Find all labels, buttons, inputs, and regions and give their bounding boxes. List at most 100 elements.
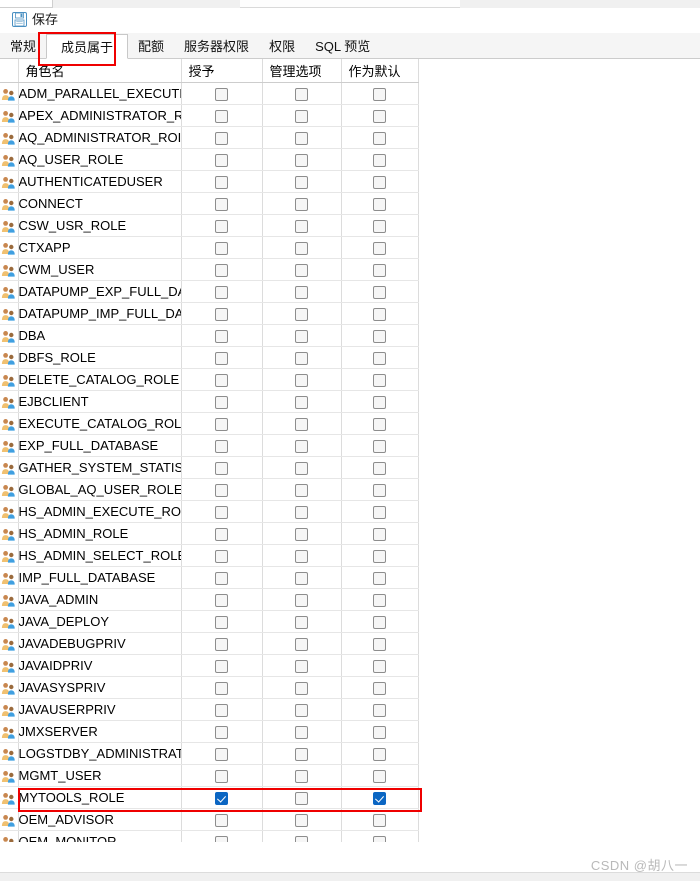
cell-admin-option-checkbox[interactable] <box>262 698 342 721</box>
cell-as-default-checkbox[interactable] <box>341 148 419 171</box>
table-row[interactable]: JAVA_ADMIN <box>0 588 419 611</box>
checkbox-unchecked-icon[interactable] <box>215 395 228 409</box>
cell-admin-option-checkbox[interactable] <box>262 148 342 171</box>
cell-grant-checkbox[interactable] <box>181 192 263 215</box>
cell-role-name[interactable]: CWM_USER <box>18 258 182 281</box>
tab-3[interactable]: 服务器权限 <box>174 33 260 58</box>
checkbox-unchecked-icon[interactable] <box>295 835 308 842</box>
table-row[interactable]: JAVAIDPRIV <box>0 654 419 677</box>
cell-admin-option-checkbox[interactable] <box>262 632 342 655</box>
cell-as-default-checkbox[interactable] <box>341 280 419 303</box>
checkbox-unchecked-icon[interactable] <box>215 483 228 497</box>
row-gutter[interactable] <box>0 104 19 127</box>
checkbox-unchecked-icon[interactable] <box>373 285 386 299</box>
row-gutter[interactable] <box>0 500 19 523</box>
checkbox-unchecked-icon[interactable] <box>373 461 386 475</box>
checkbox-unchecked-icon[interactable] <box>295 747 308 761</box>
checkbox-unchecked-icon[interactable] <box>215 549 228 563</box>
cell-role-name[interactable]: EXECUTE_CATALOG_ROLE <box>18 412 182 435</box>
cell-role-name[interactable]: CTXAPP <box>18 236 182 259</box>
table-row[interactable]: DBA <box>0 324 419 347</box>
table-row[interactable]: APEX_ADMINISTRATOR_R <box>0 104 419 127</box>
checkbox-unchecked-icon[interactable] <box>295 219 308 233</box>
row-gutter[interactable] <box>0 830 19 842</box>
checkbox-unchecked-icon[interactable] <box>295 131 308 145</box>
table-row[interactable]: MGMT_USER <box>0 764 419 787</box>
cell-grant-checkbox[interactable] <box>181 434 263 457</box>
checkbox-unchecked-icon[interactable] <box>295 329 308 343</box>
table-row[interactable]: DATAPUMP_EXP_FULL_DA <box>0 280 419 303</box>
row-gutter[interactable] <box>0 698 19 721</box>
cell-grant-checkbox[interactable] <box>181 412 263 435</box>
row-gutter[interactable] <box>0 632 19 655</box>
table-row[interactable]: AQ_USER_ROLE <box>0 148 419 171</box>
cell-role-name[interactable]: EXP_FULL_DATABASE <box>18 434 182 457</box>
checkbox-unchecked-icon[interactable] <box>295 461 308 475</box>
checkbox-unchecked-icon[interactable] <box>373 505 386 519</box>
checkbox-unchecked-icon[interactable] <box>295 109 308 123</box>
cell-role-name[interactable]: JAVADEBUGPRIV <box>18 632 182 655</box>
cell-role-name[interactable]: DELETE_CATALOG_ROLE <box>18 368 182 391</box>
checkbox-unchecked-icon[interactable] <box>373 109 386 123</box>
checkbox-unchecked-icon[interactable] <box>215 527 228 541</box>
checkbox-unchecked-icon[interactable] <box>295 703 308 717</box>
cell-grant-checkbox[interactable] <box>181 346 263 369</box>
checkbox-unchecked-icon[interactable] <box>373 571 386 585</box>
cell-admin-option-checkbox[interactable] <box>262 258 342 281</box>
checkbox-unchecked-icon[interactable] <box>215 461 228 475</box>
cell-grant-checkbox[interactable] <box>181 632 263 655</box>
column-header-admin-option[interactable]: 管理选项 <box>262 59 342 83</box>
table-row[interactable]: JAVA_DEPLOY <box>0 610 419 633</box>
row-gutter[interactable] <box>0 676 19 699</box>
cell-role-name[interactable]: OEM_MONITOR <box>18 830 182 842</box>
cell-grant-checkbox[interactable] <box>181 390 263 413</box>
cell-as-default-checkbox[interactable] <box>341 654 419 677</box>
cell-admin-option-checkbox[interactable] <box>262 522 342 545</box>
cell-as-default-checkbox[interactable] <box>341 566 419 589</box>
cell-grant-checkbox[interactable] <box>181 236 263 259</box>
checkbox-unchecked-icon[interactable] <box>373 835 386 842</box>
checkbox-unchecked-icon[interactable] <box>373 175 386 189</box>
row-gutter[interactable] <box>0 654 19 677</box>
row-gutter[interactable] <box>0 324 19 347</box>
cell-admin-option-checkbox[interactable] <box>262 808 342 831</box>
cell-role-name[interactable]: AQ_USER_ROLE <box>18 148 182 171</box>
checkbox-unchecked-icon[interactable] <box>215 835 228 842</box>
checkbox-unchecked-icon[interactable] <box>295 593 308 607</box>
cell-grant-checkbox[interactable] <box>181 786 263 809</box>
checkbox-unchecked-icon[interactable] <box>215 351 228 365</box>
cell-grant-checkbox[interactable] <box>181 214 263 237</box>
table-row[interactable]: EXECUTE_CATALOG_ROLE <box>0 412 419 435</box>
cell-grant-checkbox[interactable] <box>181 676 263 699</box>
cell-grant-checkbox[interactable] <box>181 456 263 479</box>
column-header-role-name[interactable]: 角色名 <box>18 59 182 83</box>
cell-grant-checkbox[interactable] <box>181 588 263 611</box>
cell-role-name[interactable]: JAVA_DEPLOY <box>18 610 182 633</box>
tab-0[interactable]: 常规 <box>0 33 47 58</box>
checkbox-unchecked-icon[interactable] <box>215 571 228 585</box>
cell-role-name[interactable]: JMXSERVER <box>18 720 182 743</box>
row-gutter[interactable] <box>0 720 19 743</box>
cell-admin-option-checkbox[interactable] <box>262 830 342 842</box>
row-gutter[interactable] <box>0 522 19 545</box>
cell-as-default-checkbox[interactable] <box>341 104 419 127</box>
checkbox-unchecked-icon[interactable] <box>295 263 308 277</box>
checkbox-unchecked-icon[interactable] <box>373 417 386 431</box>
cell-grant-checkbox[interactable] <box>181 478 263 501</box>
cell-grant-checkbox[interactable] <box>181 764 263 787</box>
row-gutter[interactable] <box>0 280 19 303</box>
checkbox-unchecked-icon[interactable] <box>295 725 308 739</box>
checkbox-unchecked-icon[interactable] <box>373 373 386 387</box>
checkbox-unchecked-icon[interactable] <box>295 505 308 519</box>
checkbox-unchecked-icon[interactable] <box>295 241 308 255</box>
checkbox-unchecked-icon[interactable] <box>373 197 386 211</box>
column-header-grant[interactable]: 授予 <box>181 59 263 83</box>
cell-grant-checkbox[interactable] <box>181 742 263 765</box>
row-gutter[interactable] <box>0 390 19 413</box>
table-row[interactable]: LOGSTDBY_ADMINISTRAT <box>0 742 419 765</box>
cell-role-name[interactable]: HS_ADMIN_SELECT_ROLE <box>18 544 182 567</box>
checkbox-unchecked-icon[interactable] <box>295 483 308 497</box>
checkbox-unchecked-icon[interactable] <box>215 87 228 101</box>
row-gutter[interactable] <box>0 302 19 325</box>
cell-as-default-checkbox[interactable] <box>341 808 419 831</box>
